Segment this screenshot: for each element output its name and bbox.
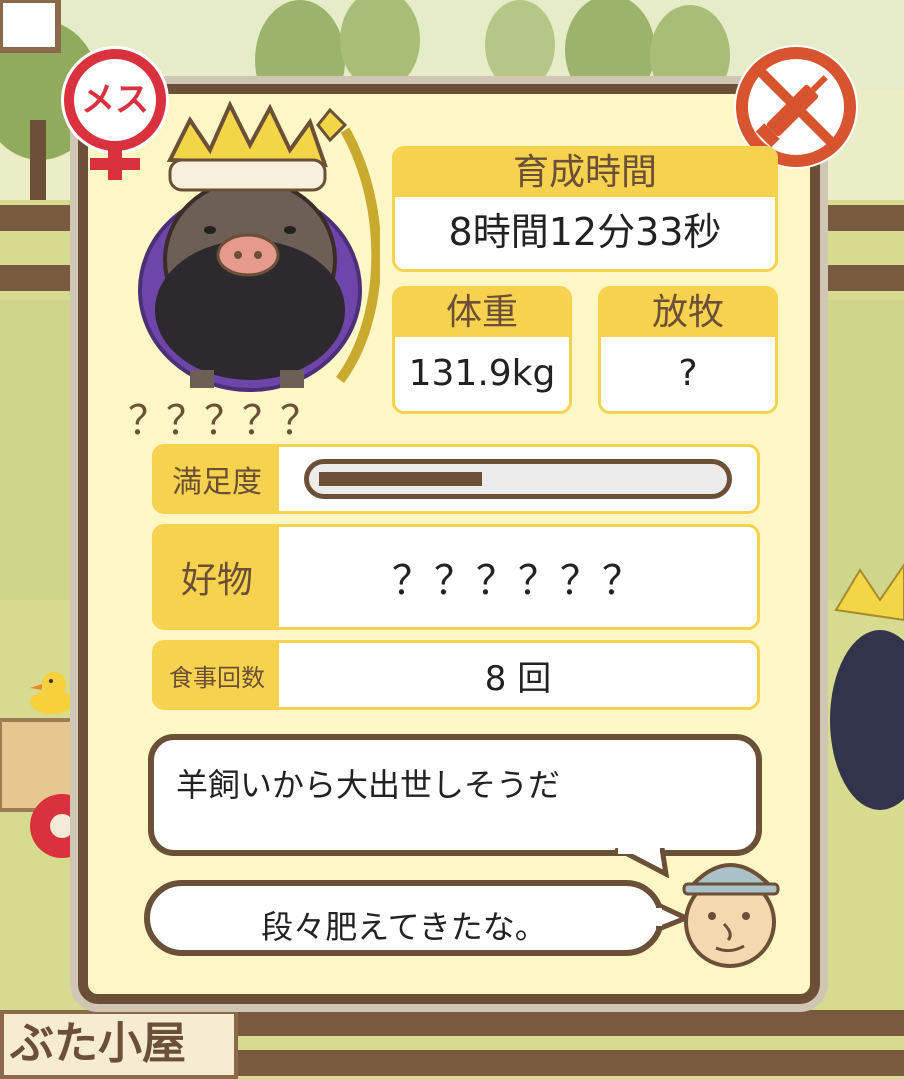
growth-time-label: 育成時間 bbox=[395, 149, 775, 197]
farmer-comment-bubble: 段々肥えてきたな。 bbox=[144, 880, 664, 956]
favorite-food-row: 好物 ？？？？？？ bbox=[152, 524, 760, 630]
favorite-food-label: 好物 bbox=[155, 527, 279, 627]
farmer-comment-text: 段々肥えてきたな。 bbox=[261, 908, 547, 946]
description-bubble-tail bbox=[614, 848, 670, 878]
satisfaction-bar bbox=[304, 459, 732, 499]
pasture-panel[interactable]: 放牧 ? bbox=[598, 286, 778, 414]
weight-panel: 体重 131.9kg bbox=[392, 286, 572, 414]
meal-count-value: 8 回 bbox=[484, 658, 552, 699]
pig-name-unknown: ？？？？？ bbox=[128, 398, 320, 444]
pasture-label: 放牧 bbox=[601, 289, 775, 337]
description-bubble: 羊飼いから大出世しそうだ bbox=[148, 734, 762, 856]
duck-icon bbox=[30, 672, 74, 714]
pig-house-sign-label: ぶた小屋 bbox=[10, 1018, 186, 1069]
weight-value: 131.9kg bbox=[408, 353, 556, 394]
satisfaction-bar-fill bbox=[319, 472, 482, 486]
description-text: 羊飼いから大出世しそうだ bbox=[176, 766, 561, 804]
meal-count-label: 食事回数 bbox=[155, 643, 279, 707]
meal-count-row: 食事回数 8 回 bbox=[152, 640, 760, 710]
growth-time-panel: 育成時間 8時間12分33秒 bbox=[392, 146, 778, 272]
pig-king-avatar bbox=[138, 100, 380, 392]
satisfaction-row: 満足度 bbox=[152, 444, 760, 514]
growth-time-value: 8時間12分33秒 bbox=[448, 210, 722, 254]
pig-house-sign: ぶた小屋 bbox=[0, 1010, 238, 1079]
pasture-value: ? bbox=[678, 353, 698, 394]
satisfaction-label: 満足度 bbox=[155, 447, 279, 511]
favorite-food-value: ？？？？？？ bbox=[392, 558, 644, 604]
farmer-face-icon bbox=[682, 863, 780, 968]
weight-label: 体重 bbox=[395, 289, 569, 337]
